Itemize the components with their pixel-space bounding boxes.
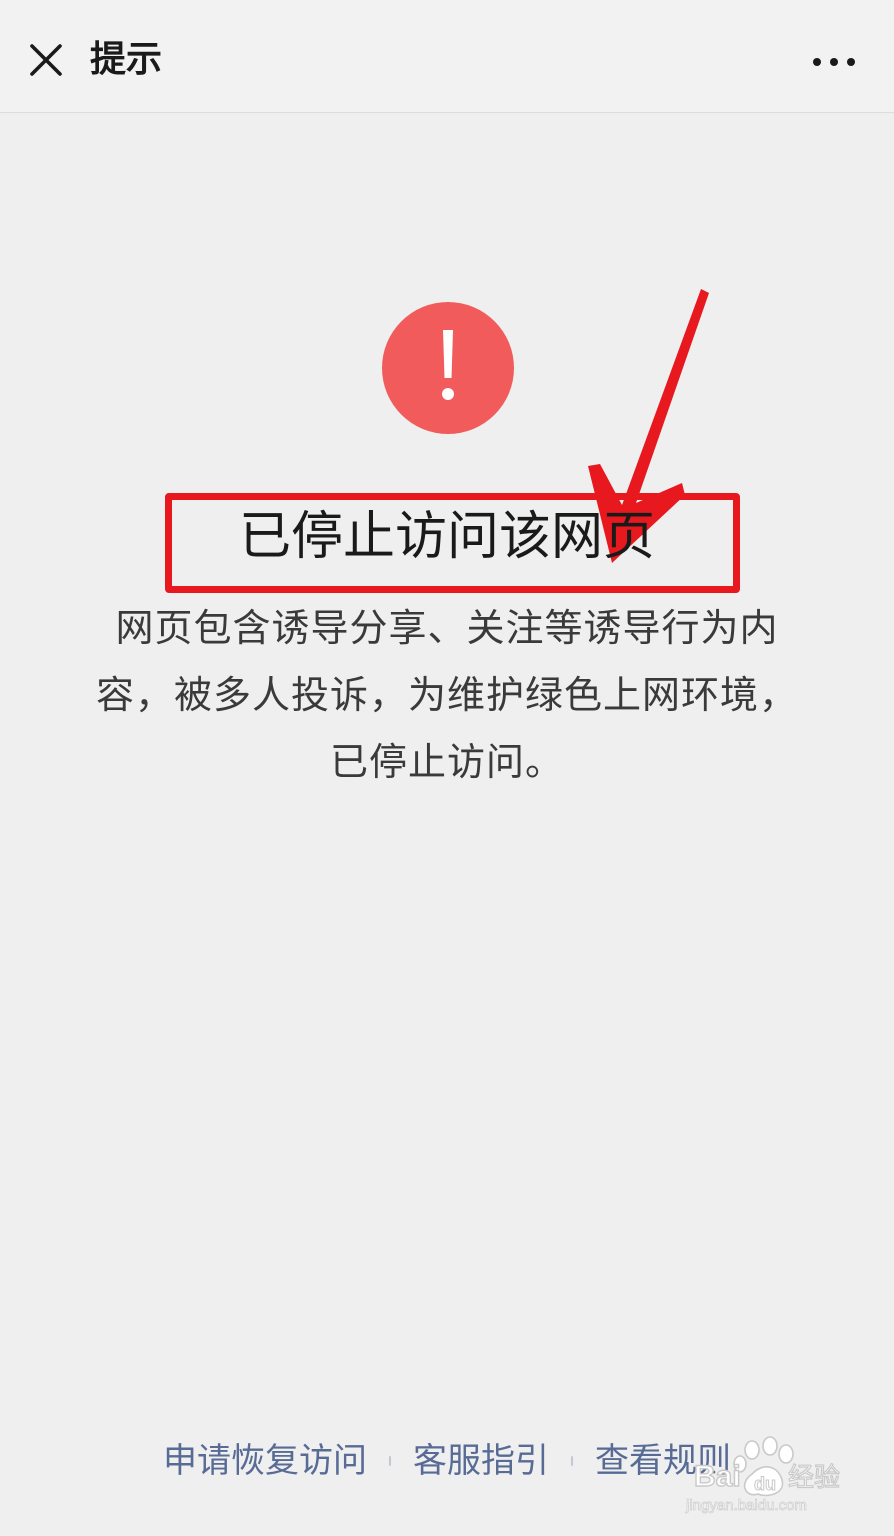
exclamation-circle-icon bbox=[382, 302, 514, 434]
more-button[interactable] bbox=[804, 44, 864, 80]
view-rules-link[interactable]: 查看规则 bbox=[595, 1436, 731, 1486]
footer-separator bbox=[389, 1456, 391, 1466]
message-title: 已停止访问该网页 bbox=[238, 507, 655, 567]
close-icon bbox=[30, 44, 62, 76]
message-description: 网页包含诱导分享、关注等诱导行为内容，被多人投诉，为维护绿色上网环境，已停止访问… bbox=[95, 606, 798, 784]
customer-service-guide-link[interactable]: 客服指引 bbox=[413, 1436, 549, 1486]
nav-bar: 提示 bbox=[0, 0, 894, 113]
page-title: 提示 bbox=[90, 39, 163, 80]
footer-separator bbox=[571, 1456, 573, 1466]
content-area: 已停止访问该网页 网页包含诱导分享、关注等诱导行为内容，被多人投诉，为维护绿色上… bbox=[0, 113, 894, 1413]
warning-area bbox=[382, 302, 514, 434]
apply-restore-access-link[interactable]: 申请恢复访问 bbox=[163, 1436, 367, 1486]
footer-links: 申请恢复访问 客服指引 查看规则 bbox=[0, 1436, 894, 1486]
more-icon bbox=[813, 58, 855, 66]
close-button[interactable] bbox=[22, 36, 70, 84]
watermark-subtext: jingyan.baidu.com bbox=[685, 1497, 807, 1514]
